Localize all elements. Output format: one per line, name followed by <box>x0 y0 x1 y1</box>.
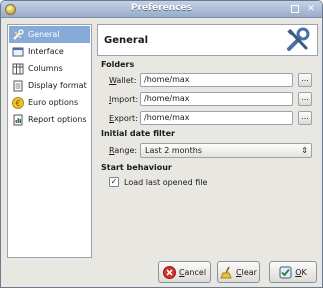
panel-title: General <box>104 35 148 46</box>
ok-button[interactable]: OK <box>269 261 317 283</box>
import-path-input[interactable]: /home/max <box>140 92 293 106</box>
sidebar-item-label: General <box>28 30 60 39</box>
titlebar[interactable]: Preferences ✕ <box>1 1 322 18</box>
close-button[interactable]: ✕ <box>306 4 316 14</box>
import-label: Import: <box>109 95 139 104</box>
folders-section-title: Folders <box>101 60 135 69</box>
load-last-file-label[interactable]: Load last opened file <box>124 178 207 187</box>
import-browse-button[interactable]: ... <box>298 92 312 106</box>
cancel-button[interactable]: Cancel <box>158 261 211 283</box>
chevron-updown-icon: ⇕ <box>301 146 308 155</box>
sidebar-item-columns[interactable]: Columns <box>9 60 90 77</box>
wallet-label: Wallet: <box>109 76 137 85</box>
sidebar-item-label: Report options <box>28 115 87 124</box>
range-label: Range: <box>109 146 138 155</box>
category-list: General Interface Columns Display format… <box>7 24 92 258</box>
clear-label: Clear <box>236 267 257 277</box>
sidebar-item-label: Columns <box>28 64 63 73</box>
range-select-value: Last 2 months <box>145 146 202 155</box>
svg-text:€: € <box>15 99 20 108</box>
sidebar-item-label: Display format <box>28 81 87 90</box>
window-icon <box>12 46 24 58</box>
ok-label: OK <box>295 267 307 277</box>
start-section-title: Start behaviour <box>101 163 172 172</box>
export-path-input[interactable]: /home/max <box>140 111 293 125</box>
sidebar-item-euro-options[interactable]: € Euro options <box>9 94 90 111</box>
sidebar-item-label: Interface <box>28 47 64 56</box>
report-icon <box>12 114 24 126</box>
load-last-file-checkbox[interactable]: ✓ <box>109 177 119 187</box>
date-filter-section-title: Initial date filter <box>101 129 175 138</box>
tools-icon <box>285 27 311 53</box>
sidebar-item-report-options[interactable]: Report options <box>9 111 90 128</box>
cancel-label: Cancel <box>178 267 207 277</box>
ok-icon <box>279 266 292 279</box>
settings-panel: General Folders Wallet: /home/max ... Im… <box>97 24 318 258</box>
preferences-window: Preferences ✕ General Interface Columns <box>0 0 323 288</box>
columns-icon <box>12 63 24 75</box>
document-icon <box>12 80 24 92</box>
euro-icon: € <box>12 96 24 109</box>
panel-header: General <box>97 24 318 56</box>
sidebar-item-interface[interactable]: Interface <box>9 43 90 60</box>
tools-icon <box>12 28 24 41</box>
sidebar-item-general[interactable]: General <box>9 26 90 43</box>
export-browse-button[interactable]: ... <box>298 111 312 125</box>
maximize-button[interactable] <box>291 5 299 13</box>
window-title: Preferences <box>131 3 192 13</box>
export-label: Export: <box>109 114 138 123</box>
range-select[interactable]: Last 2 months ⇕ <box>140 143 312 158</box>
broom-icon <box>220 266 233 279</box>
sidebar-item-label: Euro options <box>28 98 79 107</box>
cancel-icon <box>162 265 176 279</box>
clear-button[interactable]: Clear <box>217 261 260 283</box>
wallet-browse-button[interactable]: ... <box>298 73 312 87</box>
wallet-path-input[interactable]: /home/max <box>140 73 293 87</box>
sidebar-item-display-format[interactable]: Display format <box>9 77 90 94</box>
